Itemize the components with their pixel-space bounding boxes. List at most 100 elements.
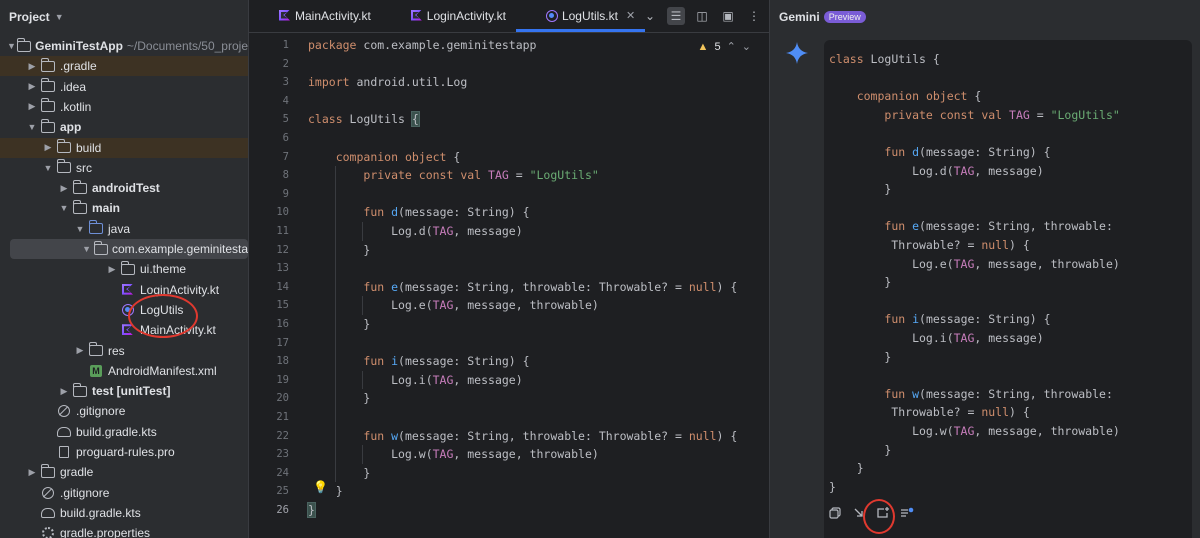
chevron-right-icon[interactable]: ▶: [72, 345, 88, 356]
editor-tab-label: MainActivity.kt: [295, 8, 371, 23]
source-folder-icon: [88, 220, 104, 235]
tree-item[interactable]: ▶ .kotlin: [0, 97, 248, 117]
editor-tab-label: LogUtils.kt: [561, 8, 618, 23]
line-number: 21: [276, 411, 289, 423]
line-number: 17: [276, 336, 289, 349]
chevron-down-icon[interactable]: ▼: [55, 12, 64, 22]
project-panel-header[interactable]: Project ▼: [0, 0, 248, 34]
kotlin-file-icon: [120, 324, 136, 337]
more-options-icon[interactable]: ⋮: [745, 7, 763, 25]
tree-item-label: app: [60, 120, 82, 135]
tree-item-label: test [unitTest]: [92, 384, 171, 399]
inspection-widget[interactable]: ▲ 5 ⌃ ⌄: [698, 40, 751, 54]
indent-guide: [335, 166, 336, 483]
project-panel: Project ▼ ▼ GeminiTestApp ~/Documents/50_p…: [0, 0, 248, 538]
copy-icon[interactable]: [828, 506, 842, 520]
chevron-right-icon[interactable]: ▶: [104, 264, 120, 275]
chevron-down-icon[interactable]: ⌄: [742, 40, 751, 53]
tree-item[interactable]: ▼ com.example.geminitesta: [10, 239, 248, 259]
code-line: fun d(message: String) {: [884, 145, 1051, 159]
chevron-right-icon[interactable]: ▶: [56, 386, 72, 397]
chevron-right-icon[interactable]: ▶: [24, 467, 40, 478]
tree-item[interactable]: ▶gradle.properties: [0, 523, 248, 538]
chevron-down-icon[interactable]: ▼: [6, 41, 17, 51]
chevron-up-icon[interactable]: ⌃: [727, 40, 736, 53]
new-file-icon[interactable]: [876, 506, 890, 520]
chevron-down-icon[interactable]: ▼: [72, 224, 88, 234]
chevron-right-icon[interactable]: ▶: [40, 142, 56, 153]
gemini-panel: Gemini Preview class LogUtils { companio…: [769, 0, 1200, 538]
tree-item-path: ~/Documents/50_proje: [126, 39, 248, 53]
chevron-right-icon[interactable]: ▶: [56, 183, 72, 194]
tree-item[interactable]: ▶ test [unitTest]: [0, 381, 248, 401]
close-icon[interactable]: ✕: [626, 9, 635, 22]
line-number: 20: [276, 392, 289, 405]
folder-icon: [72, 199, 88, 215]
tree-item[interactable]: ▶ .gradle: [0, 56, 248, 77]
chevron-right-icon[interactable]: ▶: [24, 81, 40, 92]
tree-item[interactable]: ▼ main: [0, 198, 248, 218]
chevron-right-icon[interactable]: ▶: [24, 101, 40, 112]
tree-item-label: .gitignore: [76, 404, 126, 419]
tree-item[interactable]: ▶LoginActivity.kt: [0, 280, 248, 300]
chevron-down-icon[interactable]: ▼: [56, 203, 72, 213]
lightbulb-icon[interactable]: 💡: [313, 480, 328, 494]
code-line: package com.example.geminitestapp: [308, 38, 537, 52]
tree-item[interactable]: ▶.gitignore: [0, 401, 248, 421]
gemini-panel-header: Gemini Preview: [770, 0, 1200, 34]
tree-item[interactable]: ▶MAndroidManifest.xml: [0, 361, 248, 381]
tree-item-label: res: [108, 343, 125, 358]
code-line: }: [308, 391, 371, 406]
code-line: }: [829, 442, 892, 457]
tree-item[interactable]: ▶ build: [0, 137, 248, 158]
folder-icon: [56, 159, 72, 174]
gemini-title: Gemini: [779, 10, 820, 24]
tree-item[interactable]: ▼ src: [0, 158, 248, 178]
tree-item[interactable]: ▶ ui.theme: [0, 259, 248, 279]
tree-item-label: main: [92, 201, 121, 216]
chevron-down-icon[interactable]: ▼: [24, 122, 40, 132]
code-line: Throwable? = null) {: [829, 238, 1030, 252]
chevron-down-icon[interactable]: ⌄: [641, 7, 659, 25]
indent-guide: [362, 370, 363, 390]
code-line: fun e(message: String, throwable:: [884, 219, 1113, 234]
file-icon: [56, 446, 72, 459]
tree-item[interactable]: ▼ java: [0, 219, 248, 239]
tree-item[interactable]: ▶build.gradle.kts: [0, 422, 248, 442]
preview-badge: Preview: [823, 11, 866, 23]
line-number: 9: [282, 187, 289, 200]
editor-tab[interactable]: MainActivity.kt: [249, 0, 381, 32]
design-view-icon[interactable]: ▣: [719, 7, 737, 25]
folder-icon: [88, 342, 104, 357]
tree-item[interactable]: ▶.gitignore: [0, 483, 248, 503]
line-number: 4: [282, 94, 289, 107]
tree-item[interactable]: ▶ androidTest: [0, 178, 248, 198]
tree-item[interactable]: ▶ .idea: [0, 77, 248, 97]
editor-tab[interactable]: LogUtils.kt ✕: [515, 0, 646, 32]
code-line: }: [307, 502, 316, 518]
tree-item[interactable]: ▼ GeminiTestApp ~/Documents/50_proje: [0, 36, 248, 56]
split-view-icon[interactable]: ◫: [693, 7, 711, 25]
tree-item[interactable]: ▼ app: [0, 117, 248, 137]
kotlin-file-icon: [120, 283, 136, 296]
line-number: 8: [282, 169, 289, 182]
chevron-right-icon[interactable]: ▶: [24, 61, 40, 72]
tree-item[interactable]: ▶LogUtils: [0, 300, 248, 320]
code-line: Log.e(TAG, message, throwable): [829, 256, 1120, 271]
tree-item[interactable]: ▶ res: [0, 341, 248, 361]
explain-icon[interactable]: [900, 506, 914, 520]
chevron-down-icon[interactable]: ▼: [79, 244, 93, 254]
line-number: 18: [276, 355, 289, 368]
code-line: Log.e(TAG, message, throwable): [308, 298, 599, 313]
tree-item-label: gradle.properties: [60, 526, 151, 538]
warnings-count: 5: [714, 40, 721, 53]
editor-tab[interactable]: LoginActivity.kt: [381, 0, 516, 32]
line-number: 12: [276, 243, 289, 256]
chevron-down-icon[interactable]: ▼: [40, 163, 56, 173]
tree-item[interactable]: ▶MainActivity.kt: [0, 320, 248, 340]
tree-item[interactable]: ▶build.gradle.kts: [0, 503, 248, 523]
tree-item[interactable]: ▶ gradle: [0, 462, 248, 482]
tree-item[interactable]: ▶proguard-rules.pro: [0, 442, 248, 462]
code-view-icon[interactable]: ☰: [667, 7, 685, 25]
insert-at-cursor-icon[interactable]: [852, 506, 866, 520]
